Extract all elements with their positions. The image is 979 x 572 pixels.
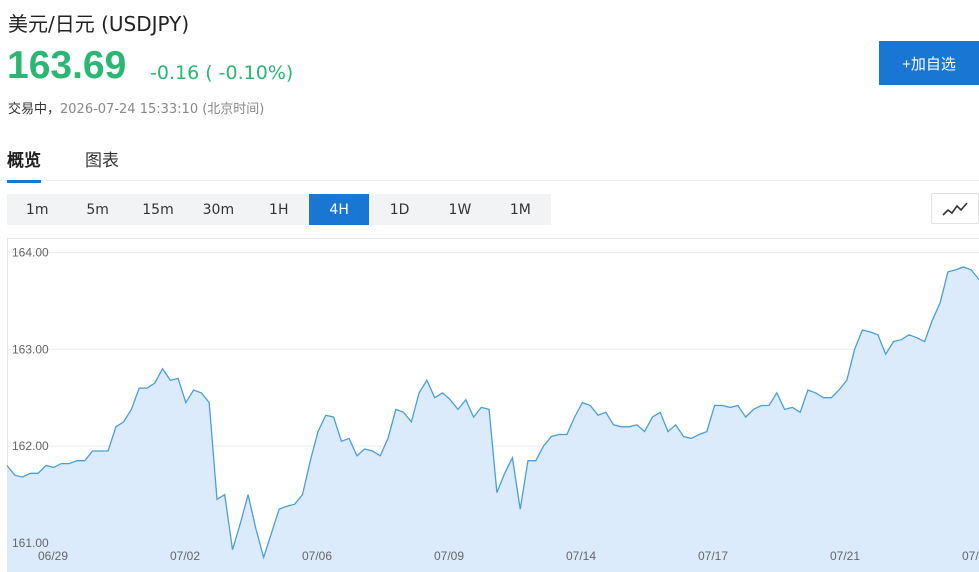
tab-overview[interactable]: 概览 — [7, 146, 41, 183]
x-tick-label: 07/09 — [434, 549, 464, 563]
price-change: -0.16 ( -0.10%) — [150, 62, 294, 84]
status-label: 交易中， — [8, 102, 61, 117]
period-1m[interactable]: 1m — [7, 194, 67, 225]
x-tick-label: 07/06 — [302, 549, 332, 563]
price-chart[interactable]: 164.00 163.00 162.00 161.00 06/29 07/02 07/06… — [0, 238, 979, 572]
period-5m[interactable]: 5m — [67, 194, 127, 225]
y-tick-label: 163.00 — [12, 342, 49, 356]
timestamp: 2026-07-24 15:33:10 (北京时间) — [60, 102, 265, 117]
tab-bar: 概览 图表 — [0, 140, 979, 183]
period-1d[interactable]: 1D — [369, 194, 429, 225]
period-15m[interactable]: 15m — [128, 194, 188, 225]
y-tick-label: 161.00 — [12, 536, 49, 550]
period-30m[interactable]: 30m — [188, 194, 248, 225]
x-tick-label: 06/29 — [38, 549, 68, 563]
period-4h[interactable]: 4H — [308, 194, 370, 225]
y-tick-label: 164.00 — [12, 246, 49, 260]
x-tick-label: 07/02 — [170, 549, 200, 563]
period-selector: 1m 5m 15m 30m 1H 4H 1D 1W 1M — [7, 194, 551, 225]
chart-svg[interactable]: 164.00 163.00 162.00 161.00 06/29 07/02 07/06… — [0, 238, 979, 572]
tab-chart[interactable]: 图表 — [85, 146, 119, 180]
current-price: 163.69 — [7, 44, 127, 87]
period-1mo[interactable]: 1M — [490, 194, 550, 225]
line-chart-icon — [942, 201, 968, 216]
pair-title: 美元/日元 (USDJPY) — [8, 12, 190, 36]
price-area-fill — [7, 267, 979, 572]
period-1h[interactable]: 1H — [249, 194, 309, 225]
y-tick-label: 162.00 — [12, 439, 49, 453]
add-watchlist-button[interactable]: +加自选 — [879, 41, 979, 85]
chart-type-toggle[interactable] — [931, 193, 979, 224]
period-1w[interactable]: 1W — [430, 194, 490, 225]
x-tick-label: 07/14 — [566, 549, 596, 563]
x-tick-label: 07/21 — [830, 549, 860, 563]
x-tick-label: 07/2 — [962, 549, 979, 563]
x-tick-label: 07/17 — [698, 549, 728, 563]
trading-status: 交易中，2026-07-24 15:33:10 (北京时间) — [8, 98, 264, 117]
